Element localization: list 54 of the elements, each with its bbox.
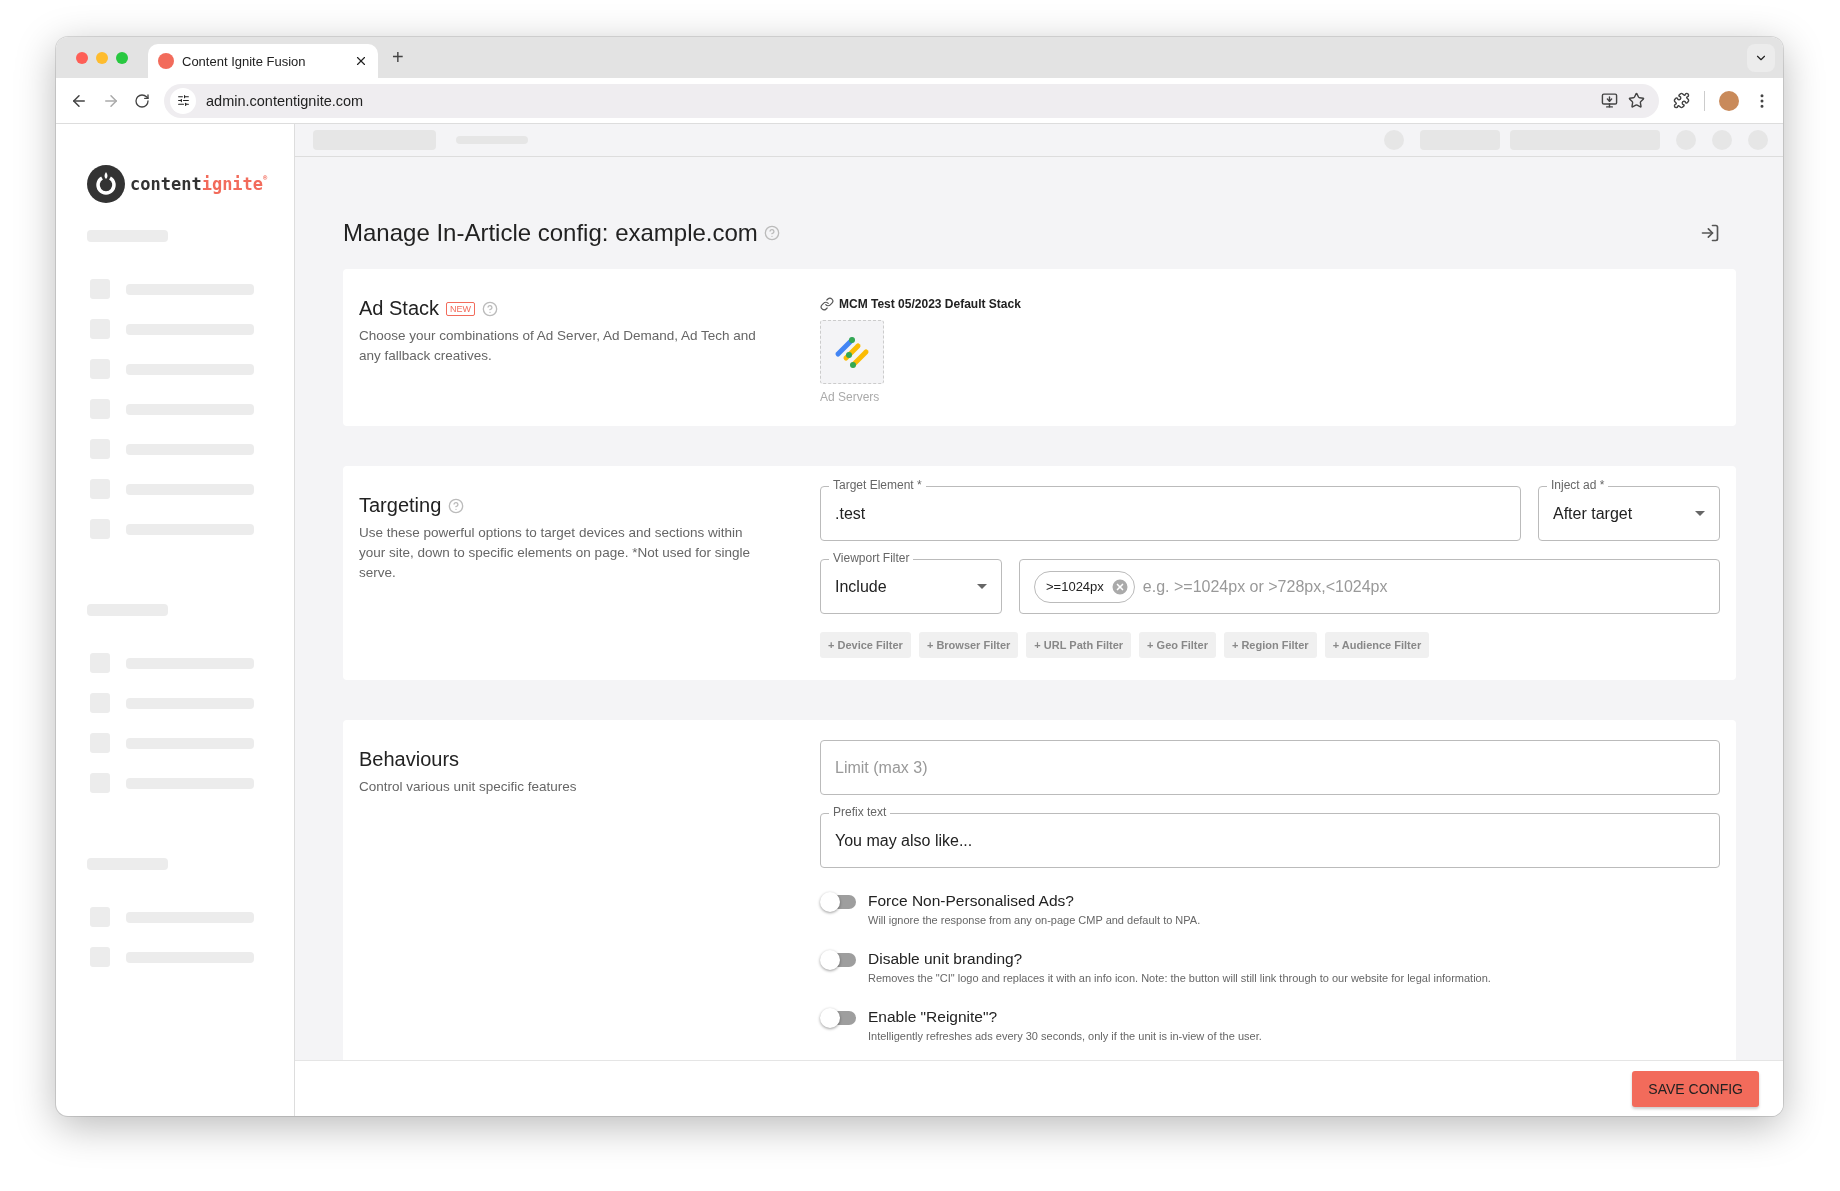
toggle-switch[interactable] bbox=[820, 950, 856, 970]
tile-label: Ad Servers bbox=[820, 390, 880, 404]
field-value: You may also like... bbox=[835, 831, 974, 850]
field-value: .test bbox=[835, 504, 867, 523]
install-icon[interactable] bbox=[1601, 92, 1618, 109]
toggle-switch[interactable] bbox=[820, 892, 856, 912]
new-badge: NEW bbox=[446, 301, 476, 316]
logo-icon bbox=[87, 165, 125, 203]
ad-servers-tile[interactable] bbox=[820, 320, 884, 384]
field-label: Prefix text bbox=[829, 805, 891, 819]
section-title: Behaviours bbox=[359, 748, 460, 771]
remove-icon[interactable] bbox=[1109, 576, 1130, 597]
toggle-description: Removes the "CI" logo and replaces it with an info icon. Note: the button will still link through to our website for legal information. bbox=[868, 972, 1491, 984]
dropdown-caret-icon bbox=[977, 584, 987, 589]
field-value: After target bbox=[1553, 504, 1634, 523]
help-icon bbox=[763, 225, 780, 241]
link-icon bbox=[820, 297, 834, 311]
bookmark-star-icon[interactable] bbox=[1628, 92, 1645, 109]
section-description: Use these powerful options to target devices and sections within your site, down to specific elements on page. *Not used for single serve. bbox=[359, 524, 751, 582]
reload-icon[interactable] bbox=[134, 92, 150, 109]
section-title: Targeting bbox=[359, 494, 442, 517]
close-tab-icon[interactable] bbox=[354, 54, 368, 68]
toggle-label: Enable "Reignite"? bbox=[868, 1008, 999, 1026]
section-description: Choose your combinations of Ad Server, Ad Demand, Ad Tech and any fallback creatives. bbox=[359, 327, 757, 365]
address-bar[interactable]: admin.contentignite.com bbox=[164, 83, 1659, 118]
field-label: Inject ad * bbox=[1547, 478, 1609, 492]
exit-icon[interactable] bbox=[1700, 223, 1720, 243]
toggle-description: Intelligently refreshes ads every 30 seconds, only if the unit is in-view of the user. bbox=[868, 1030, 1262, 1042]
placeholder-text: e.g. >=1024px or >728px,<1024px bbox=[1142, 577, 1388, 596]
page-title: Manage In-Article config: example.com bbox=[343, 219, 758, 247]
zoom-window-icon[interactable] bbox=[116, 51, 128, 64]
save-config-button[interactable]: SAVE CONFIG bbox=[1632, 1070, 1759, 1107]
site-settings-icon[interactable] bbox=[170, 87, 196, 114]
close-window-icon[interactable] bbox=[76, 51, 88, 64]
toggle-label: Disable unit branding? bbox=[868, 950, 1024, 968]
stack-name: MCM Test 05/2023 Default Stack bbox=[839, 297, 1021, 311]
extensions-icon[interactable] bbox=[1673, 92, 1690, 109]
field-value: Include bbox=[835, 577, 888, 596]
toggle-description: Will ignore the response from any on-page CMP and default to NPA. bbox=[868, 914, 1201, 926]
dropdown-caret-icon bbox=[1695, 511, 1705, 516]
field-label: Viewport Filter bbox=[829, 551, 914, 565]
browser-tab[interactable]: Content Ignite Fusion bbox=[148, 44, 378, 78]
profile-avatar[interactable] bbox=[1719, 90, 1739, 111]
placeholder-text: Limit (max 3) bbox=[835, 758, 928, 777]
input-field[interactable]: >=1024px e.g. >=1024px or >728px,<1024px bbox=[1019, 559, 1720, 614]
toggle-label: Force Non-Personalised Ads? bbox=[868, 892, 1075, 910]
stripes-logo-icon bbox=[833, 335, 871, 369]
new-tab-button[interactable]: + bbox=[392, 46, 404, 68]
toggle-switch[interactable] bbox=[820, 1008, 856, 1028]
section-title: Ad Stack bbox=[359, 297, 440, 320]
tab-list-button[interactable] bbox=[1747, 43, 1775, 72]
field-label: Target Element * bbox=[829, 478, 926, 492]
favicon-icon bbox=[158, 53, 174, 69]
section-description: Control various unit specific features bbox=[359, 778, 578, 796]
